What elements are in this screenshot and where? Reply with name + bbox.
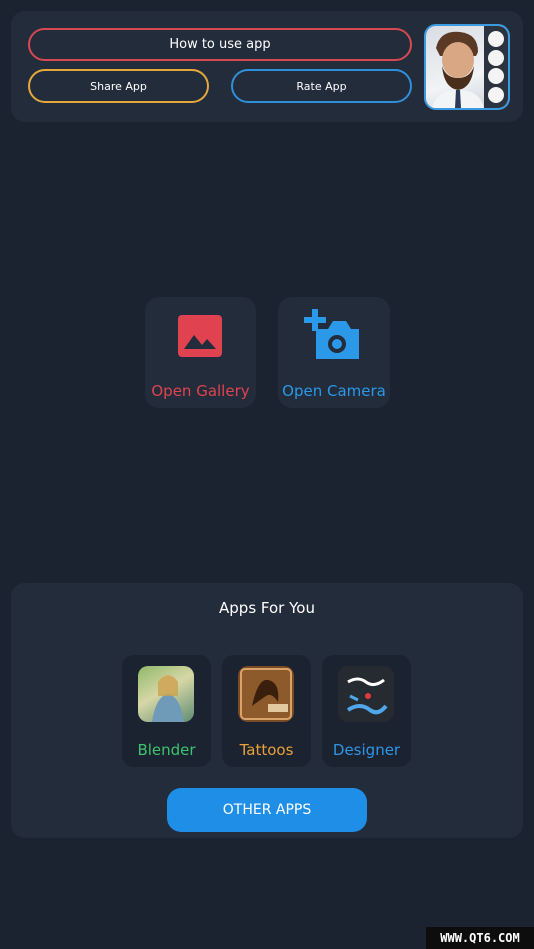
share-app-button[interactable]: Share App xyxy=(28,69,209,103)
blender-app-tile[interactable]: Blender xyxy=(122,655,211,767)
open-gallery-label: Open Gallery xyxy=(151,382,250,400)
apps-for-you-card: Apps For You Blender Tattoos Designer OT… xyxy=(11,583,523,838)
site-watermark: WWW.QT6.COM xyxy=(426,927,534,949)
tattoos-app-tile[interactable]: Tattoos xyxy=(222,655,311,767)
add-camera-icon xyxy=(304,309,359,359)
designer-app-tile[interactable]: Designer xyxy=(322,655,411,767)
glasses-style-icon xyxy=(488,86,504,103)
bearded-man-image xyxy=(432,31,484,108)
apps-section-title: Apps For You xyxy=(219,599,315,617)
thumbnail-style-strip xyxy=(484,26,508,108)
designer-app-icon xyxy=(338,666,394,722)
other-apps-button[interactable]: OTHER APPS xyxy=(167,788,367,832)
beard-style-icon xyxy=(488,68,504,85)
blender-app-icon xyxy=(138,666,194,722)
rate-app-button[interactable]: Rate App xyxy=(231,69,412,103)
designer-app-label: Designer xyxy=(332,741,401,759)
open-gallery-tile[interactable]: Open Gallery xyxy=(145,297,256,408)
tattoos-app-icon xyxy=(238,666,294,722)
blender-app-label: Blender xyxy=(137,741,196,759)
tattoos-app-label: Tattoos xyxy=(239,741,294,759)
hair-style-icon xyxy=(488,31,504,48)
how-to-use-button[interactable]: How to use app xyxy=(28,28,412,61)
top-card: How to use app Share App Rate App xyxy=(11,11,523,122)
mustache-style-icon xyxy=(488,49,504,66)
gallery-image-icon xyxy=(178,315,222,357)
open-camera-tile[interactable]: Open Camera xyxy=(278,297,390,408)
app-promo-thumbnail[interactable] xyxy=(424,24,510,110)
open-camera-label: Open Camera xyxy=(282,382,386,400)
